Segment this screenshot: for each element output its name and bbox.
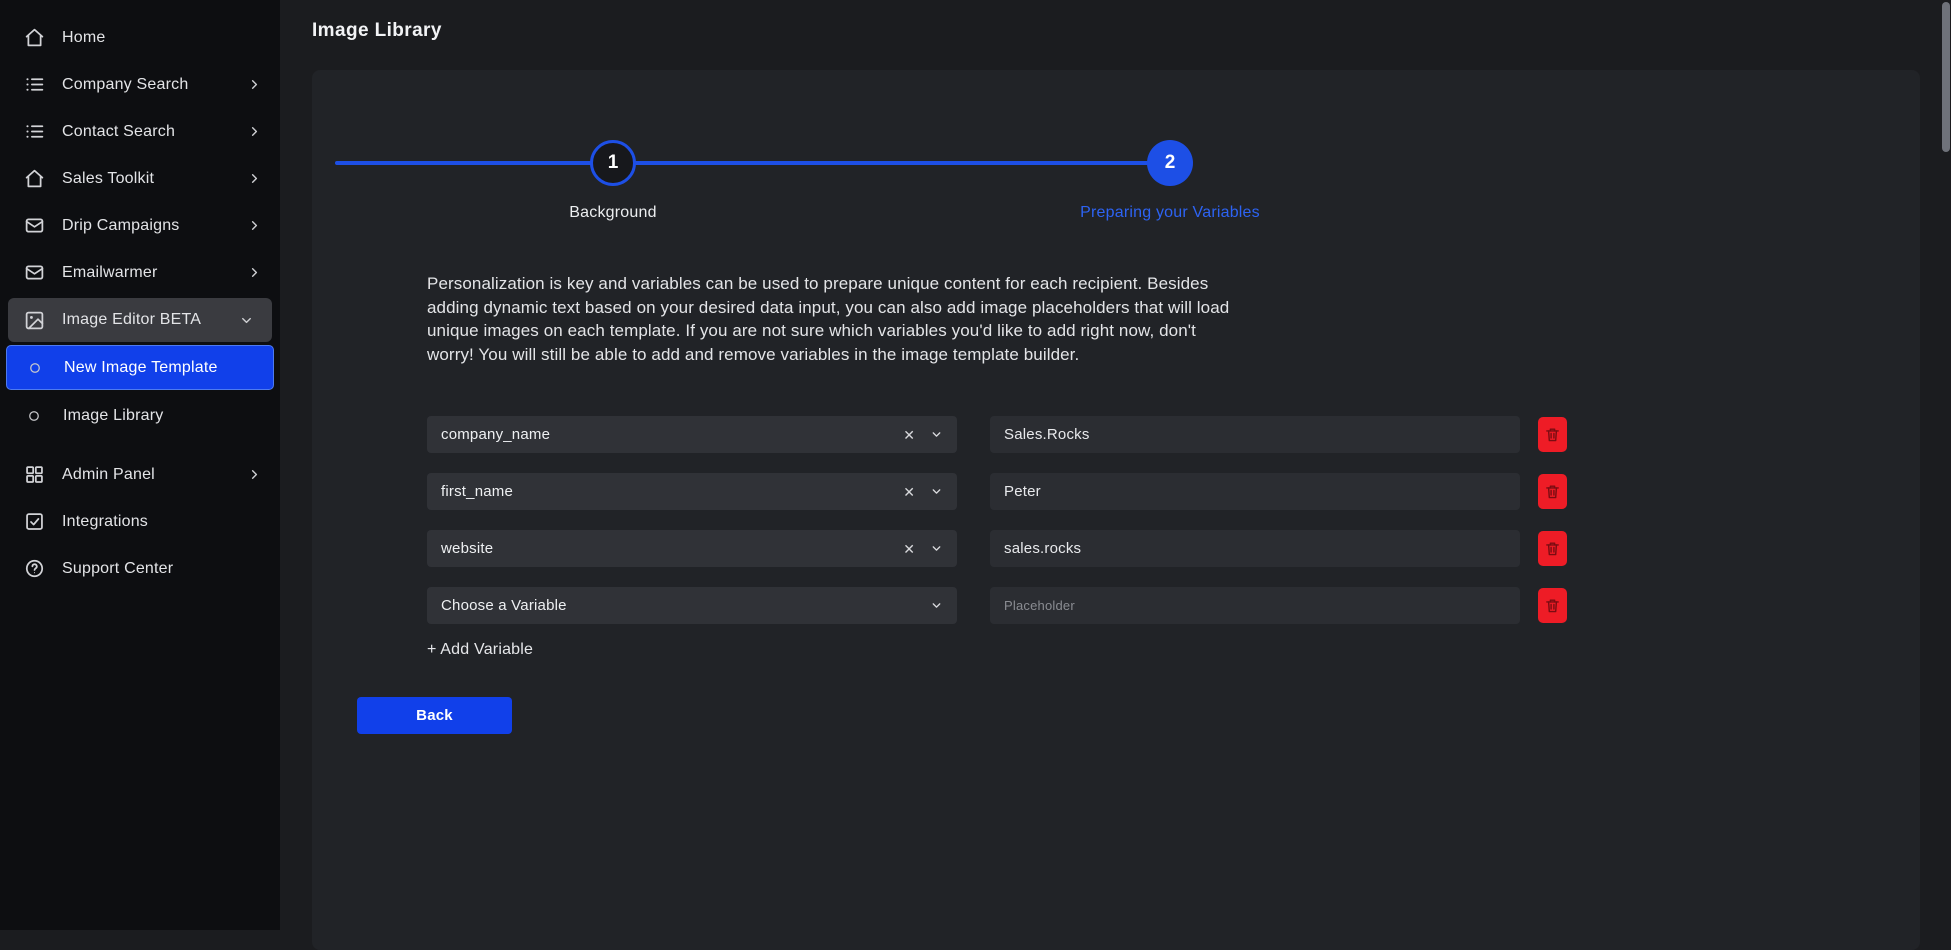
sidebar-item-label: Drip Campaigns [62, 216, 180, 234]
sidebar-item-new-image-template[interactable]: New Image Template [6, 345, 274, 390]
sidebar-item-label: Image Editor BETA [62, 311, 202, 328]
chevron-down-icon [930, 542, 943, 555]
help-circle-icon [24, 558, 45, 579]
sidebar-item-label: Integrations [62, 512, 149, 530]
variable-select[interactable]: website ✕ [427, 530, 957, 567]
home-icon [24, 27, 45, 48]
sidebar-item-emailwarmer[interactable]: Emailwarmer [0, 249, 280, 296]
intro-text: Personalization is key and variables can… [427, 274, 1230, 364]
step-2-circle[interactable]: 2 [1147, 140, 1193, 186]
chevron-down-icon [930, 428, 943, 441]
list-icon [24, 121, 45, 142]
variable-select[interactable]: company_name ✕ [427, 416, 957, 453]
variable-select-value: company_name [441, 426, 551, 443]
sidebar-item-integrations[interactable]: Integrations [0, 498, 280, 545]
list-icon [24, 74, 45, 95]
clear-icon[interactable]: ✕ [903, 485, 915, 499]
step-1-number: 1 [607, 152, 619, 173]
radio-icon [28, 410, 40, 422]
sidebar-item-contact-search[interactable]: Contact Search [0, 108, 280, 155]
sidebar-item-label: Sales Toolkit [62, 169, 155, 187]
chevron-right-icon [247, 467, 262, 482]
variable-rows: company_name ✕ first [427, 416, 1567, 644]
trash-icon [1544, 539, 1561, 558]
chevron-right-icon [247, 124, 262, 139]
variable-row: Choose a Variable [427, 587, 1567, 624]
variable-value-input[interactable] [990, 530, 1520, 567]
clear-icon[interactable]: ✕ [903, 428, 915, 442]
grid-icon [24, 464, 45, 485]
check-square-icon [24, 511, 45, 532]
chevron-down-icon [930, 485, 943, 498]
home-icon [24, 168, 45, 189]
variable-value-input[interactable] [990, 587, 1520, 624]
variable-row: first_name ✕ [427, 473, 1567, 510]
sidebar-item-label: Support Center [62, 559, 174, 577]
chevron-right-icon [247, 171, 262, 186]
chevron-down-icon [930, 599, 943, 612]
sidebar-item-label: Emailwarmer [62, 263, 158, 281]
sidebar-item-admin-panel[interactable]: Admin Panel [0, 451, 280, 498]
main-content: Image Library 1 2 Background Preparing y… [280, 0, 1951, 950]
variable-row: website ✕ [427, 530, 1567, 567]
sidebar-item-company-search[interactable]: Company Search [0, 61, 280, 108]
variable-select[interactable]: first_name ✕ [427, 473, 957, 510]
radio-icon [29, 362, 41, 374]
delete-variable-button[interactable] [1538, 474, 1567, 509]
trash-icon [1544, 425, 1561, 444]
sidebar-item-home[interactable]: Home [0, 14, 280, 61]
variable-select-value: first_name [441, 483, 514, 500]
variable-value-input[interactable] [990, 473, 1520, 510]
sidebar-item-label: Contact Search [62, 122, 176, 140]
app-root: Home Company Search Contact Search Sales… [0, 0, 1951, 950]
page-header: Image Library [280, 0, 1951, 42]
step-1-label: Background [569, 204, 657, 221]
variable-select[interactable]: Choose a Variable [427, 587, 957, 624]
sidebar-item-image-editor[interactable]: Image Editor BETA [8, 298, 272, 342]
step-2-number: 2 [1164, 152, 1176, 173]
sidebar-item-label: Home [62, 28, 106, 46]
wizard-card: 1 2 Background Preparing your Variables … [312, 70, 1920, 950]
variable-value-input[interactable] [990, 416, 1520, 453]
sidebar-item-label: New Image Template [64, 358, 218, 376]
chevron-right-icon [247, 77, 262, 92]
sidebar: Home Company Search Contact Search Sales… [0, 0, 280, 930]
chevron-right-icon [247, 265, 262, 280]
delete-variable-button[interactable] [1538, 588, 1567, 623]
mail-icon [24, 262, 45, 283]
sidebar-item-drip-campaigns[interactable]: Drip Campaigns [0, 202, 280, 249]
image-icon [24, 310, 45, 331]
sidebar-item-label: Image Library [63, 407, 164, 424]
mail-icon [24, 215, 45, 236]
step-2-label: Preparing your Variables [1080, 204, 1260, 221]
variable-select-value: Choose a Variable [441, 597, 567, 614]
sidebar-item-label: Company Search [62, 75, 189, 93]
variable-select-value: website [441, 540, 494, 557]
sidebar-item-sales-toolkit[interactable]: Sales Toolkit [0, 155, 280, 202]
variable-row: company_name ✕ [427, 416, 1567, 453]
step-1-circle[interactable]: 1 [590, 140, 636, 186]
scrollbar-thumb[interactable] [1942, 2, 1950, 152]
delete-variable-button[interactable] [1538, 531, 1567, 566]
clear-icon[interactable]: ✕ [903, 542, 915, 556]
sidebar-item-label: Admin Panel [62, 465, 155, 483]
delete-variable-button[interactable] [1538, 417, 1567, 452]
stepper-progress-line [335, 161, 1173, 165]
back-button[interactable]: Back [357, 697, 512, 734]
page-title: Image Library [312, 20, 442, 41]
add-variable-link[interactable]: + Add Variable [427, 641, 533, 659]
trash-icon [1544, 482, 1561, 501]
sidebar-item-support-center[interactable]: Support Center [0, 545, 280, 592]
trash-icon [1544, 596, 1561, 615]
chevron-down-icon [239, 313, 254, 328]
sidebar-item-image-library[interactable]: Image Library [0, 393, 280, 439]
chevron-right-icon [247, 218, 262, 233]
